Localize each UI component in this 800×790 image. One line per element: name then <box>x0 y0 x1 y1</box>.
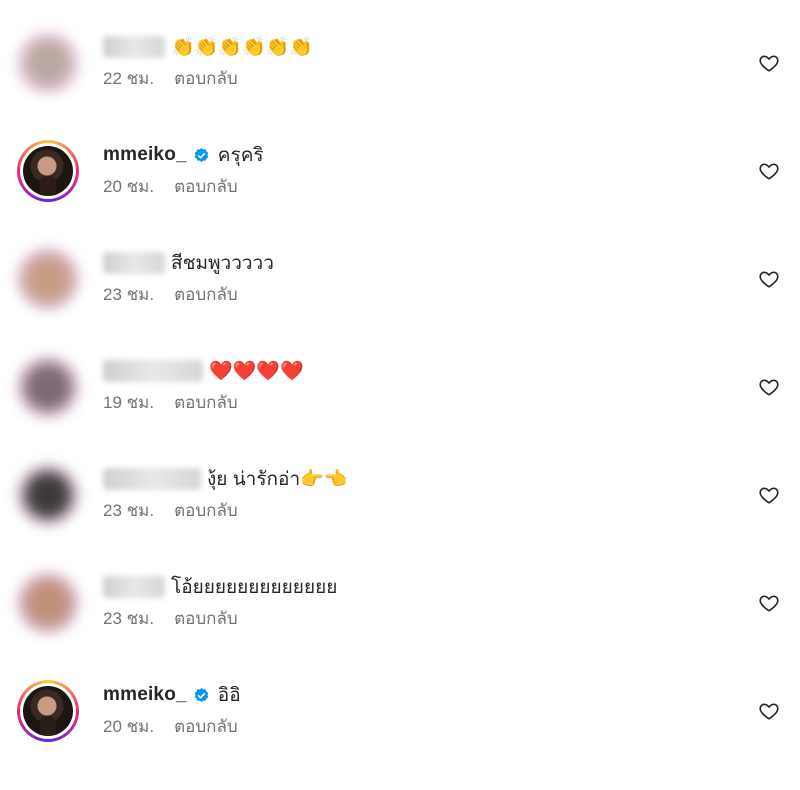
username[interactable]: mmeiko_ <box>103 144 187 166</box>
like-heart-icon[interactable] <box>758 700 780 722</box>
like-heart-icon[interactable] <box>758 52 780 74</box>
comment-time[interactable]: 20 ชม. <box>103 713 154 740</box>
like-heart-icon[interactable] <box>758 484 780 506</box>
comment-text: 👏👏👏👏👏👏 <box>171 37 313 58</box>
like-heart-icon[interactable] <box>758 376 780 398</box>
reply-button[interactable]: ตอบกลับ <box>174 389 238 416</box>
comment-item: สีชมพูววววว 23 ชม. ตอบกลับ <box>0 246 800 354</box>
comment-item: 👏👏👏👏👏👏 22 ชม. ตอบกลับ <box>0 30 800 138</box>
username-redacted[interactable] <box>103 360 203 382</box>
comment-time[interactable]: 19 ชม. <box>103 389 154 416</box>
comment-item: งุ้ย น่ารักอ่า👉👈 23 ชม. ตอบกลับ <box>0 462 800 570</box>
avatar[interactable] <box>17 680 79 742</box>
comment-time[interactable]: 20 ชม. <box>103 173 154 200</box>
comment-text: งุ้ย น่ารักอ่า👉👈 <box>207 469 348 490</box>
avatar[interactable] <box>17 464 79 526</box>
like-heart-icon[interactable] <box>758 160 780 182</box>
reply-button[interactable]: ตอบกลับ <box>174 497 238 524</box>
username-redacted[interactable] <box>103 468 201 490</box>
like-heart-icon[interactable] <box>758 592 780 614</box>
comment-item: mmeiko_ อิอิ 20 ชม. ตอบกลับ <box>0 678 800 786</box>
comment-time[interactable]: 23 ชม. <box>103 605 154 632</box>
username-redacted[interactable] <box>103 576 165 598</box>
comment-text: ❤️❤️❤️❤️ <box>209 361 304 382</box>
avatar[interactable] <box>17 32 79 94</box>
comment-time[interactable]: 22 ชม. <box>103 65 154 92</box>
avatar[interactable] <box>17 356 79 418</box>
comment-list: 👏👏👏👏👏👏 22 ชม. ตอบกลับ mmeiko_ ครุคริ 20 … <box>0 0 800 790</box>
avatar[interactable] <box>17 140 79 202</box>
comment-item: โอ้ยยยยยยยยยยยยย 23 ชม. ตอบกลับ <box>0 570 800 678</box>
like-heart-icon[interactable] <box>758 268 780 290</box>
reply-button[interactable]: ตอบกลับ <box>174 281 238 308</box>
verified-badge-icon <box>194 147 209 162</box>
reply-button[interactable]: ตอบกลับ <box>174 173 238 200</box>
reply-button[interactable]: ตอบกลับ <box>174 65 238 92</box>
reply-button[interactable]: ตอบกลับ <box>174 605 238 632</box>
username-redacted[interactable] <box>103 252 165 274</box>
comment-time[interactable]: 23 ชม. <box>103 497 154 524</box>
comment-text: ครุคริ <box>217 145 264 166</box>
reply-button[interactable]: ตอบกลับ <box>174 713 238 740</box>
username[interactable]: mmeiko_ <box>103 684 187 706</box>
comment-text: สีชมพูววววว <box>171 253 274 274</box>
comment-time[interactable]: 23 ชม. <box>103 281 154 308</box>
comment-text: โอ้ยยยยยยยยยยยยย <box>171 577 338 598</box>
comment-item: ❤️❤️❤️❤️ 19 ชม. ตอบกลับ <box>0 354 800 462</box>
comment-item: mmeiko_ ครุคริ 20 ชม. ตอบกลับ <box>0 138 800 246</box>
verified-badge-icon <box>194 687 209 702</box>
username-redacted[interactable] <box>103 36 165 58</box>
avatar[interactable] <box>17 572 79 634</box>
avatar[interactable] <box>17 248 79 310</box>
comment-text: อิอิ <box>217 685 241 706</box>
